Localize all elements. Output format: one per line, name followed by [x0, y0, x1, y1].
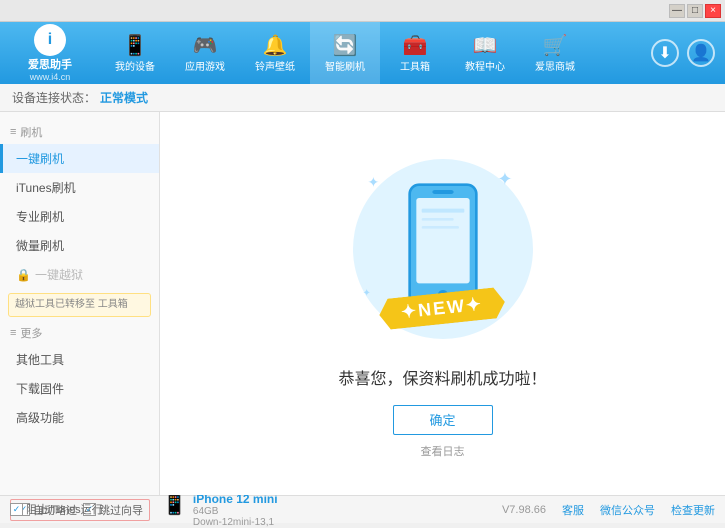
tutorials-label: 教程中心	[465, 58, 505, 73]
section-icon-more: ≡	[10, 327, 16, 339]
status-bar: 设备连接状态： 正常模式	[0, 84, 725, 112]
my-device-icon: 📱	[123, 33, 148, 58]
success-text: 恭喜您，保资料刷机成功啦！	[338, 365, 546, 389]
wechat-link[interactable]: 微信公众号	[600, 502, 655, 518]
user-btn[interactable]: 👤	[687, 39, 715, 67]
nav-store[interactable]: 🛒 爱思商城	[520, 22, 590, 84]
sparkle-icon-2: ✦	[497, 169, 512, 190]
sidebar-item-micro-flash[interactable]: 微量刷机	[0, 231, 159, 260]
status-mode: 正常模式	[100, 89, 148, 106]
itunes-section: ✓ 阻止iTunes运行	[10, 501, 103, 517]
sidebar-item-download-firmware[interactable]: 下载固件	[0, 374, 159, 403]
check-update-link[interactable]: 检查更新	[671, 502, 715, 518]
apps-games-label: 应用游戏	[185, 58, 225, 73]
ringtones-icon: 🔔	[263, 33, 288, 58]
store-icon: 🛒	[543, 33, 568, 58]
sidebar-item-other-tools[interactable]: 其他工具	[0, 345, 159, 374]
success-illustration: ✦ ✦ ✦ ✦NEW✦	[343, 149, 543, 349]
device-section: 📱 iPhone 12 mini 64GB Down-12mini-13,1	[158, 492, 278, 528]
nav-tutorials[interactable]: 📖 教程中心	[450, 22, 520, 84]
title-bar: — □ ×	[0, 0, 725, 22]
sparkle-icon-1: ✦	[368, 174, 380, 191]
goto-daily-link[interactable]: 查看日志	[421, 443, 465, 459]
close-btn[interactable]: ×	[705, 4, 721, 18]
section-label-flash: 刷机	[20, 124, 42, 140]
itunes-label[interactable]: 阻止iTunes运行	[26, 501, 103, 517]
toolbox-icon: 🧰	[403, 33, 428, 58]
device-version: Down-12mini-13,1	[193, 517, 278, 528]
customer-service-link[interactable]: 客服	[562, 502, 584, 518]
sidebar-item-itunes-flash[interactable]: iTunes刷机	[0, 173, 159, 202]
nav-my-device[interactable]: 📱 我的设备	[100, 22, 170, 84]
section-label-more: 更多	[20, 325, 42, 341]
bottom-right: V7.98.66 客服 微信公众号 检查更新	[502, 502, 715, 518]
smart-flash-label: 智能刷机	[325, 58, 365, 73]
minimize-btn[interactable]: —	[669, 4, 685, 18]
content-area: ✦ ✦ ✦ ✦NEW✦	[160, 112, 725, 495]
device-details: iPhone 12 mini 64GB Down-12mini-13,1	[193, 492, 278, 528]
logo-icon: i	[34, 24, 66, 56]
store-label: 爱思商城	[535, 58, 575, 73]
lock-icon: 🔒	[16, 268, 31, 282]
sidebar-item-one-key-flash[interactable]: 一键刷机	[0, 144, 159, 173]
apps-games-icon: 🎮	[193, 33, 218, 58]
nav-toolbox[interactable]: 🧰 工具箱	[380, 22, 450, 84]
sidebar-section-jailbreak: 🔒 一键越狱	[0, 260, 159, 289]
my-device-label: 我的设备	[115, 58, 155, 73]
version-text: V7.98.66	[502, 504, 546, 516]
new-ribbon-wrap: ✦NEW✦	[353, 293, 533, 324]
logo-title: 爱思助手	[28, 56, 72, 72]
toolbox-label: 工具箱	[400, 58, 430, 73]
jailbreak-label: 一键越狱	[35, 266, 83, 283]
nav-bar: 📱 我的设备 🎮 应用游戏 🔔 铃声壁纸 🔄 智能刷机 🧰 工具箱 📖 教程中心…	[100, 22, 651, 84]
tutorials-icon: 📖	[473, 33, 498, 58]
smart-flash-icon: 🔄	[333, 33, 358, 58]
nav-apps-games[interactable]: 🎮 应用游戏	[170, 22, 240, 84]
sidebar-item-pro-flash[interactable]: 专业刷机	[0, 202, 159, 231]
bottom-bar: ✓ 自动略过 ✓ 跳过向导 📱 iPhone 12 mini 64GB Down…	[0, 495, 725, 523]
nav-ringtones[interactable]: 🔔 铃声壁纸	[240, 22, 310, 84]
section-icon-flash: ≡	[10, 126, 16, 138]
nav-smart-flash[interactable]: 🔄 智能刷机	[310, 22, 380, 84]
device-phone-icon: 📱	[162, 492, 187, 517]
logo-area: i 爱思助手 www.i4.cn	[0, 22, 100, 84]
itunes-checkmark: ✓	[10, 503, 23, 516]
header-right: ⬇ 👤	[651, 39, 725, 67]
ringtones-label: 铃声壁纸	[255, 58, 295, 73]
status-prefix: 设备连接状态：	[12, 89, 96, 106]
header: i 爱思助手 www.i4.cn 📱 我的设备 🎮 应用游戏 🔔 铃声壁纸 🔄 …	[0, 22, 725, 84]
maximize-btn[interactable]: □	[687, 4, 703, 18]
main-layout: ≡ 刷机 一键刷机 iTunes刷机 专业刷机 微量刷机 🔒 一键越狱 越狱工具…	[0, 112, 725, 495]
download-btn[interactable]: ⬇	[651, 39, 679, 67]
new-badge: ✦NEW✦	[378, 286, 507, 330]
logo-subtitle: www.i4.cn	[30, 72, 71, 82]
phone-bg-circle: ✦ ✦ ✦ ✦NEW✦	[353, 159, 533, 339]
device-storage: 64GB	[193, 506, 278, 517]
skip-wizard-label: 跳过向导	[99, 502, 143, 518]
sidebar-item-advanced[interactable]: 高级功能	[0, 403, 159, 432]
sidebar: ≡ 刷机 一键刷机 iTunes刷机 专业刷机 微量刷机 🔒 一键越狱 越狱工具…	[0, 112, 160, 495]
sidebar-section-more: ≡ 更多	[0, 321, 159, 345]
sidebar-section-flash: ≡ 刷机	[0, 120, 159, 144]
sidebar-jailbreak-notice: 越狱工具已转移至 工具箱	[8, 293, 151, 317]
confirm-button[interactable]: 确定	[393, 405, 493, 435]
